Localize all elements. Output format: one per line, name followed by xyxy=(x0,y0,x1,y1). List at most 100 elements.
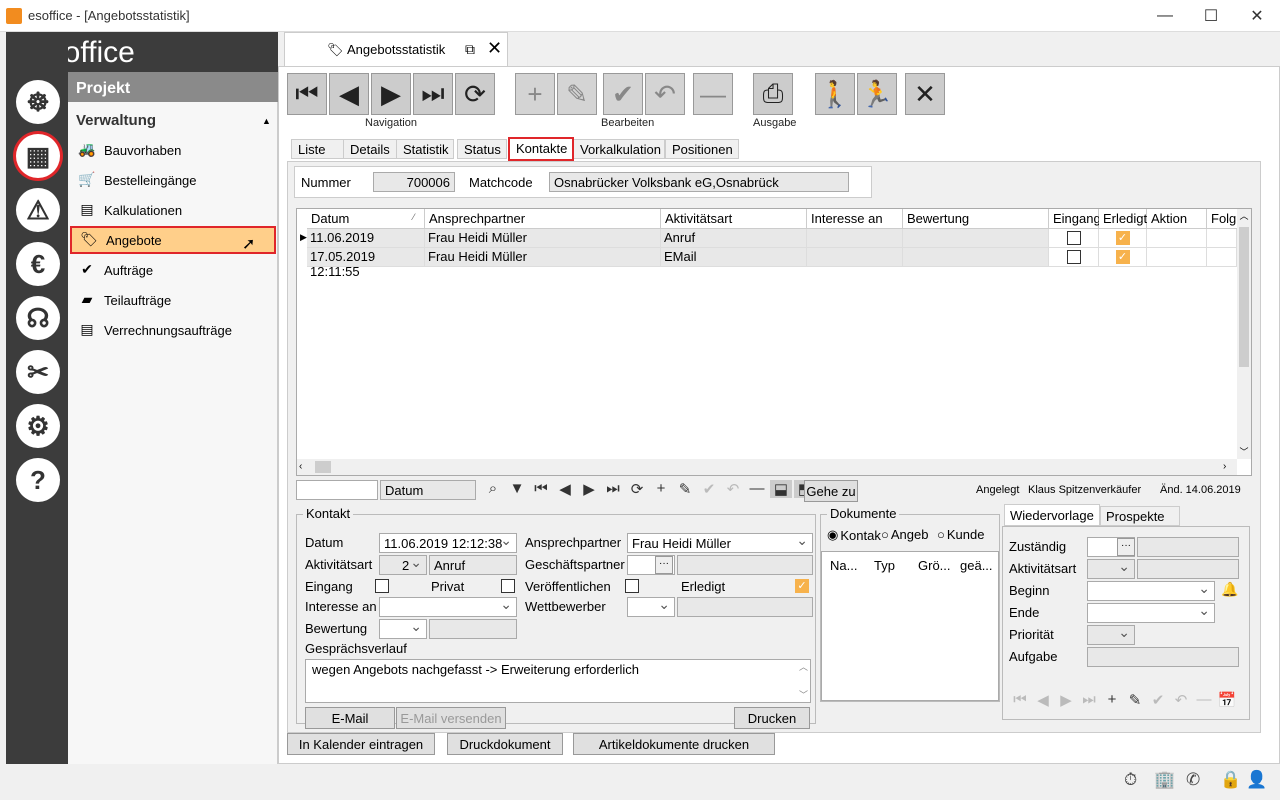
artikeldokumente-button[interactable]: Artikeldokumente drucken xyxy=(573,733,775,755)
scroll-left-icon[interactable]: ‹ xyxy=(299,461,302,472)
tab-angebotsstatistik[interactable]: 🏷 Angebotsstatistik ⧉ ✕ xyxy=(284,32,508,66)
erledigt-checkbox[interactable]: ✓ xyxy=(1115,250,1130,264)
last-record-button[interactable]: ⏭ xyxy=(413,73,453,115)
drucken-button[interactable]: Drucken xyxy=(734,707,810,729)
tab-statistik[interactable]: Statistik xyxy=(396,139,454,159)
grid-cell[interactable] xyxy=(903,248,1049,267)
menu-item-auftraege[interactable]: ✔ Aufträge xyxy=(70,256,276,284)
close-tab-icon[interactable]: ✕ xyxy=(487,38,502,59)
menu-item-kalkulationen[interactable]: ▤ Kalkulationen xyxy=(70,196,276,224)
scroll-up-icon[interactable]: ︿ xyxy=(1237,209,1251,222)
grid-header[interactable]: Typ xyxy=(874,558,895,573)
nummer-field[interactable]: 700006 xyxy=(373,172,455,192)
wettbewerber-dropdown[interactable] xyxy=(627,596,675,617)
ansprechpartner-dropdown[interactable]: Frau Heidi Müller xyxy=(627,532,813,553)
project-plan-icon[interactable]: ▦ xyxy=(16,134,60,178)
delete-button[interactable]: — xyxy=(693,73,733,115)
vertical-scrollbar[interactable]: ︿ ﹀ xyxy=(1237,209,1251,459)
datum-field[interactable]: 11.06.2019 12:12:38 xyxy=(379,532,517,553)
phone-icon[interactable]: ✆ xyxy=(1186,770,1200,790)
bewertung-dropdown[interactable] xyxy=(379,618,427,639)
tab-positionen[interactable]: Positionen xyxy=(665,139,739,159)
scroll-down-icon[interactable]: ﹀ xyxy=(1237,445,1251,458)
last-icon[interactable]: ⏭ xyxy=(1078,691,1100,709)
goto-button[interactable]: Gehe zu xyxy=(804,480,858,502)
grid-cell[interactable] xyxy=(1147,248,1207,267)
grid-cell[interactable]: 11.06.2019 12:12:38 xyxy=(307,229,425,260)
stopwatch-icon[interactable]: ⏱ xyxy=(1124,770,1137,790)
bewertung-field[interactable] xyxy=(429,619,517,639)
menu-item-bauvorhaben[interactable]: 🚜 Bauvorhaben xyxy=(70,136,276,164)
minimize-button[interactable]: — xyxy=(1142,0,1188,32)
headset-icon[interactable]: ☊ xyxy=(16,296,60,340)
grid-header[interactable]: Eingang xyxy=(1049,209,1101,229)
grid-header[interactable]: Ansprechpartner xyxy=(425,209,661,229)
grid-header[interactable]: Bewertung xyxy=(903,209,1049,229)
save-check-button[interactable]: ✔ xyxy=(603,73,643,115)
geschaeftspartner-name[interactable] xyxy=(677,555,813,575)
dokumente-list[interactable]: Na... Typ Grö... geä... xyxy=(821,551,999,701)
filter-icon[interactable]: ▼ xyxy=(506,480,528,498)
next-icon[interactable]: ▶ xyxy=(1055,691,1077,709)
menu-item-teilauftraege[interactable]: ▰ Teilaufträge xyxy=(70,286,276,314)
print-button[interactable]: ⎙ xyxy=(753,73,793,115)
tab-details[interactable]: Details xyxy=(343,139,397,159)
grid-cell[interactable]: EMail xyxy=(661,248,807,267)
close-form-button[interactable]: ✕ xyxy=(905,73,945,115)
eingang-checkbox[interactable] xyxy=(1066,231,1081,245)
grid-cell[interactable]: ✓ xyxy=(1099,248,1147,267)
add-icon[interactable]: + xyxy=(1101,691,1123,709)
walk-icon-button[interactable]: 🚶 xyxy=(815,73,855,115)
refresh-icon[interactable]: ⟳ xyxy=(626,480,648,498)
grid-search-input[interactable] xyxy=(296,480,378,500)
lock-icon[interactable]: 🔒 xyxy=(1220,770,1241,790)
first-icon[interactable]: ⏮ xyxy=(1009,691,1031,709)
grid-cell[interactable] xyxy=(903,229,1049,248)
more-dots-button[interactable]: ··· xyxy=(1117,538,1135,556)
grid-cell[interactable] xyxy=(1147,229,1207,248)
tab-liste[interactable]: Liste xyxy=(291,139,345,159)
collapse-arrow-icon[interactable]: ▲ xyxy=(262,116,271,126)
erledigt-checkbox[interactable]: ✓ xyxy=(795,579,809,593)
grid-header[interactable]: geä... xyxy=(960,558,993,573)
email-send-button[interactable]: E-Mail versenden xyxy=(396,707,506,729)
save-icon[interactable]: ✔ xyxy=(698,480,720,498)
grid-header[interactable]: Grö... xyxy=(918,558,951,573)
grid-header[interactable]: Interesse an xyxy=(807,209,903,229)
tab-prospekte[interactable]: Prospekte xyxy=(1100,506,1180,526)
scrollbar-thumb[interactable] xyxy=(1239,227,1249,367)
grid-cell[interactable]: Frau Heidi Müller xyxy=(425,229,661,248)
menu-group[interactable]: Verwaltung xyxy=(76,112,156,129)
grid-header[interactable]: Erledigt xyxy=(1099,209,1147,229)
erledigt-checkbox[interactable]: ✓ xyxy=(1115,231,1130,245)
popout-icon[interactable]: ⧉ xyxy=(465,41,475,58)
tab-vorkalkulation[interactable]: Vorkalkulation xyxy=(573,139,665,159)
undo-button[interactable]: ↶ xyxy=(645,73,685,115)
wheel-icon[interactable]: ☸ xyxy=(16,80,60,124)
delete-icon[interactable]: — xyxy=(746,480,768,498)
zustaendig-name[interactable] xyxy=(1137,537,1239,557)
grid-cell[interactable]: Frau Heidi Müller xyxy=(425,248,661,267)
prev-icon[interactable]: ◀ xyxy=(1032,691,1054,709)
eingang-checkbox[interactable] xyxy=(1066,250,1081,264)
help-icon[interactable]: ? xyxy=(16,458,60,502)
grid-cell[interactable] xyxy=(1049,248,1099,267)
matchcode-field[interactable]: Osnabrücker Volksbank eG,Osnabrück xyxy=(549,172,849,192)
scroll-up-icon[interactable]: ︿ xyxy=(799,660,808,673)
druckdokument-button[interactable]: Druckdokument xyxy=(447,733,563,755)
export-icon[interactable]: ⬓ xyxy=(770,480,792,498)
edit-pencil-button[interactable]: ✎ xyxy=(557,73,597,115)
ende-dropdown[interactable] xyxy=(1087,602,1215,623)
scrollbar-thumb[interactable] xyxy=(315,461,331,473)
tab-status[interactable]: Status xyxy=(457,139,507,159)
delete-icon[interactable]: — xyxy=(1193,691,1215,709)
grid-cell[interactable] xyxy=(1207,248,1237,267)
prev-record-button[interactable]: ◀ xyxy=(329,73,369,115)
grid-header[interactable]: Folg xyxy=(1207,209,1237,229)
aufgabe-field[interactable] xyxy=(1087,647,1239,667)
kontakte-grid[interactable]: Datum Ansprechpartner Aktivitätsart Inte… xyxy=(296,208,1252,476)
aktivitaetsart-field[interactable]: Anruf xyxy=(429,555,517,575)
grid-header[interactable]: Na... xyxy=(830,558,857,573)
edit-icon[interactable]: ✎ xyxy=(1124,691,1146,709)
euro-icon[interactable]: € xyxy=(16,242,60,286)
